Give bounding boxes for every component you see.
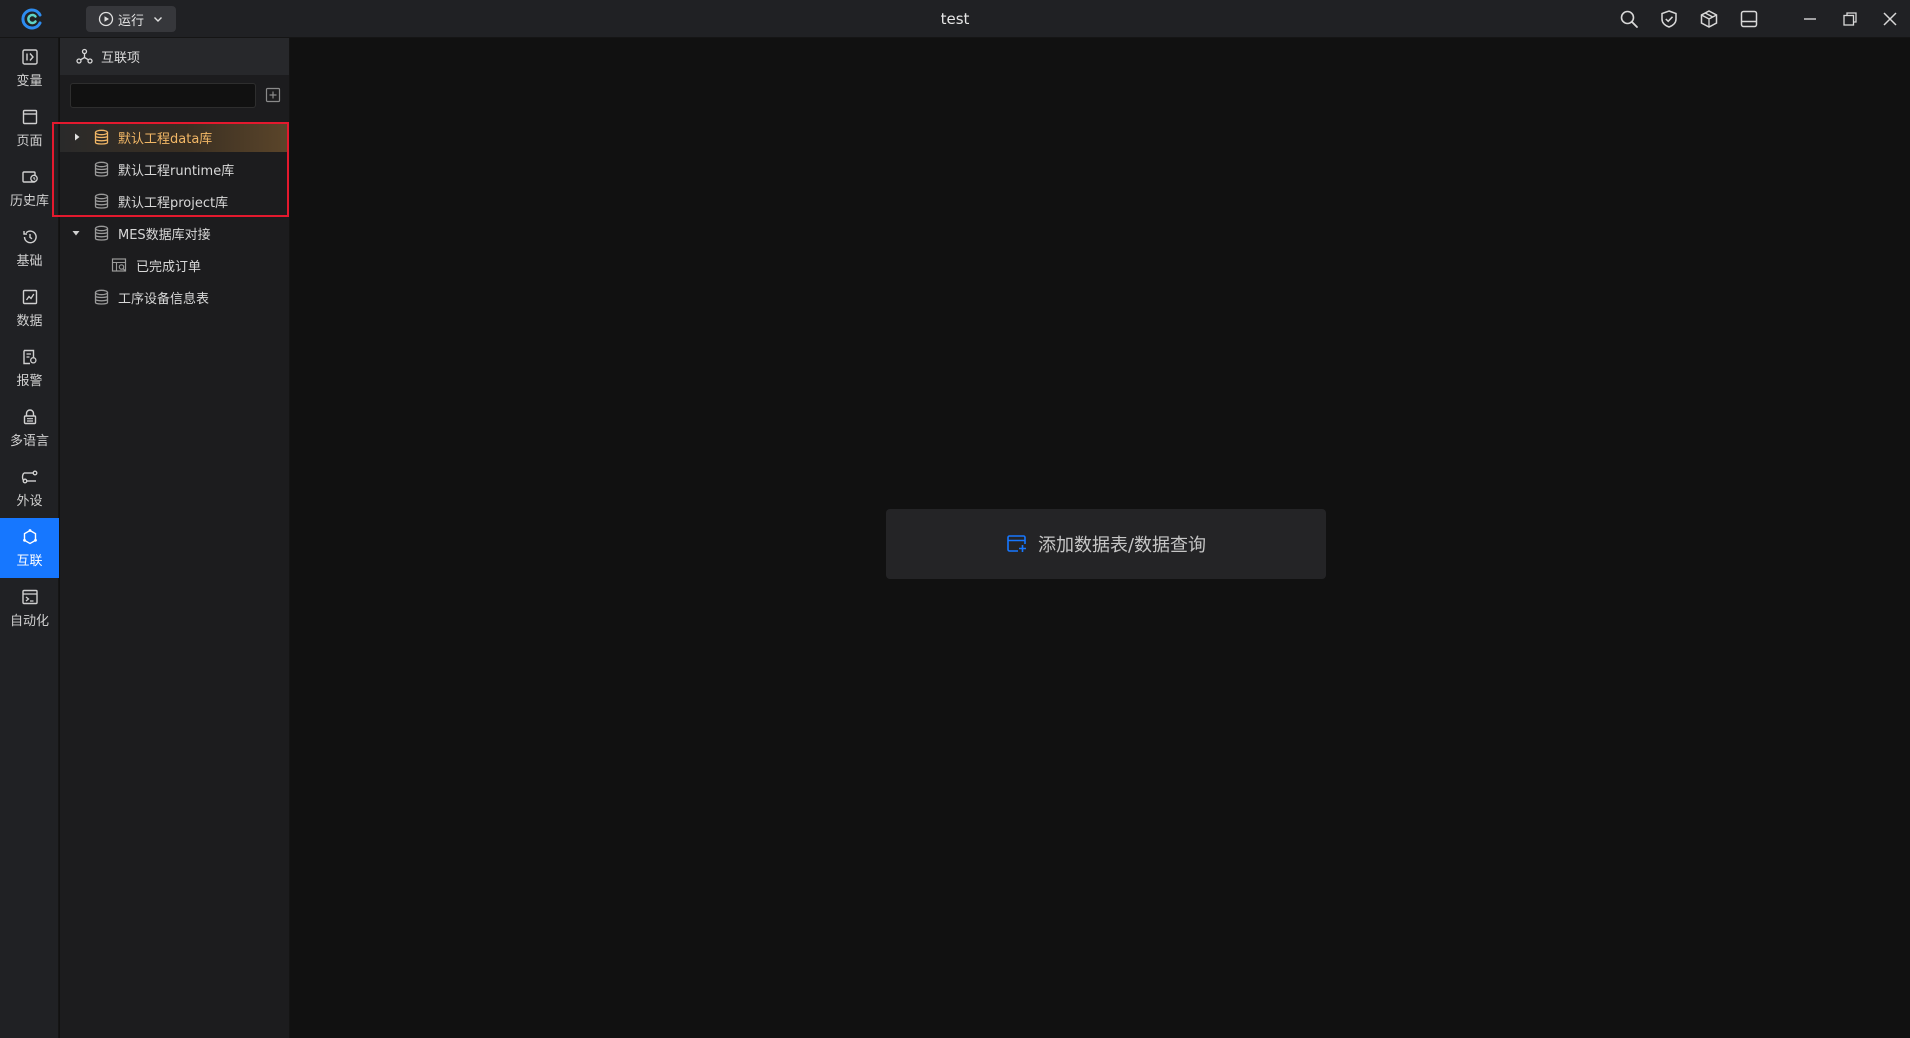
main-content: 添加数据表/数据查询 [291,38,1910,1038]
close-icon[interactable] [1880,9,1900,29]
caret-down-icon[interactable] [71,228,81,238]
interconnect-icon [22,528,37,544]
basic-icon [22,229,37,243]
run-button[interactable]: 运行 [86,6,176,32]
rail-item-interconnect[interactable]: 互联 [0,518,59,578]
package-icon[interactable] [1699,9,1719,29]
tree-item-mes-db[interactable]: MES数据库对接 [60,218,289,248]
caret-right-icon[interactable] [72,132,82,142]
automation-icon [21,589,38,604]
title-bar: 运行 test [0,0,1910,38]
table-query-icon [111,257,127,272]
add-table-query-button[interactable]: 添加数据表/数据查询 [886,509,1326,579]
tree-item-label: 工序设备信息表 [118,291,210,307]
chevron-down-icon [154,17,163,22]
network-nodes-icon [76,48,93,64]
database-icon [94,193,109,209]
panel-header: 互联项 [60,38,289,75]
panel-title: 互联项 [101,51,141,66]
rail-item-automation[interactable]: 自动化 [0,578,59,638]
tree-item-project-db[interactable]: 默认工程project库 [60,186,289,216]
rail-item-label: 互联 [16,553,43,569]
left-navigation-rail: 变量 页面 历史库 基础 数据 报警 多语言 外设 互联 自动化 [0,38,59,1038]
play-circle-icon [98,11,114,27]
rail-item-language[interactable]: 多语言 [0,398,59,458]
rail-item-data[interactable]: 数据 [0,278,59,338]
peripheral-icon [21,470,37,483]
add-table-query-label: 添加数据表/数据查询 [1037,535,1207,556]
layout-panel-icon[interactable] [1739,9,1759,29]
rail-item-label: 数据 [16,313,43,329]
rail-item-alarm[interactable]: 报警 [0,338,59,398]
app-logo-icon [21,8,42,30]
interconnect-panel: 互联项 默认工程data库 默认工程runtime库 默认工程project库 … [60,38,290,1038]
shield-check-icon[interactable] [1659,9,1679,29]
tree-item-label: 已完成订单 [136,259,202,275]
tree-item-data-db[interactable]: 默认工程data库 [60,122,289,152]
tree-item-process-equipment[interactable]: 工序设备信息表 [60,282,289,312]
tree-item-completed-orders[interactable]: 已完成订单 [60,250,289,280]
rail-item-page[interactable]: 页面 [0,98,59,158]
rail-item-history-db[interactable]: 历史库 [0,158,59,218]
minimize-icon[interactable] [1800,9,1820,29]
rail-item-label: 页面 [16,133,43,149]
add-table-icon [1007,535,1027,553]
search-input[interactable] [70,83,256,108]
language-icon [23,408,36,424]
rail-item-label: 外设 [16,493,43,509]
rail-item-label: 历史库 [9,193,49,209]
restore-icon[interactable] [1840,9,1860,29]
tree-item-label: MES数据库对接 [118,227,211,243]
data-icon [22,289,37,304]
rail-item-label: 基础 [16,253,43,269]
tree-item-label: 默认工程runtime库 [118,163,235,179]
rail-item-label: 多语言 [9,433,49,449]
search-icon[interactable] [1619,9,1639,29]
add-square-icon[interactable] [265,87,281,103]
database-icon [94,161,109,177]
tree-item-label: 默认工程project库 [118,195,229,211]
variable-icon [21,48,38,65]
tree-item-label: 默认工程data库 [118,131,213,147]
database-icon [94,225,109,241]
rail-item-label: 变量 [16,73,43,89]
rail-item-peripheral[interactable]: 外设 [0,458,59,518]
rail-item-label: 报警 [16,373,43,389]
page-icon [22,109,37,124]
database-icon [94,289,109,305]
database-icon [94,129,109,145]
tree-item-runtime-db[interactable]: 默认工程runtime库 [60,154,289,184]
rail-item-variable[interactable]: 变量 [0,38,59,98]
search-row [60,75,289,115]
alarm-icon [22,349,37,364]
run-button-label: 运行 [118,13,145,29]
history-db-icon [21,170,38,183]
rail-item-label: 自动化 [9,613,49,629]
rail-item-basic[interactable]: 基础 [0,218,59,278]
